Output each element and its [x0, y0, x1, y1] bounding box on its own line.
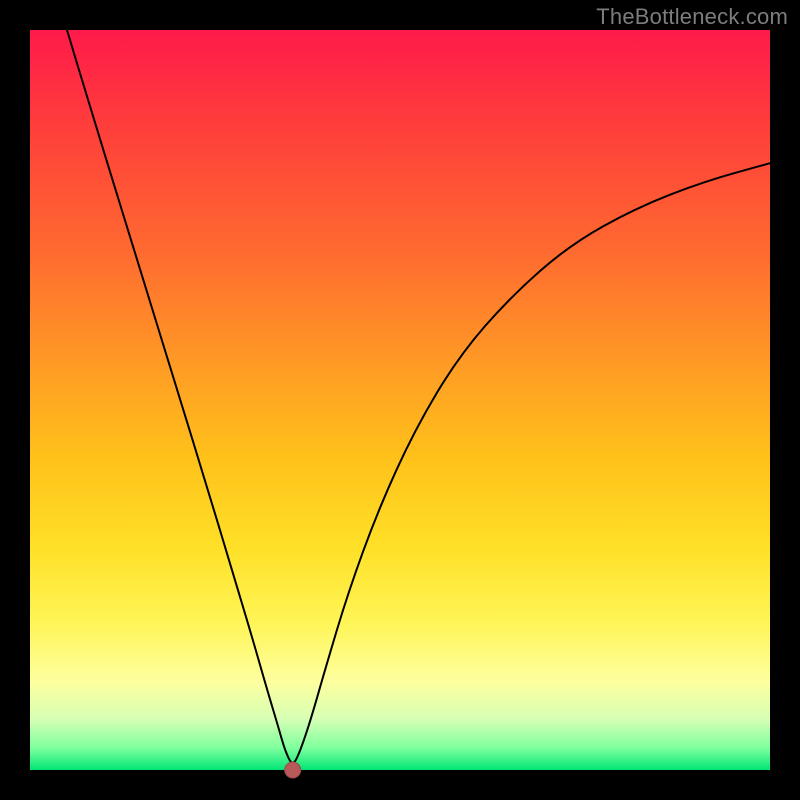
curve-minimum-marker	[285, 762, 301, 778]
curve-svg	[30, 30, 770, 770]
chart-frame: TheBottleneck.com	[0, 0, 800, 800]
bottleneck-curve-path	[67, 30, 770, 763]
plot-area	[30, 30, 770, 770]
watermark-text: TheBottleneck.com	[596, 4, 788, 30]
